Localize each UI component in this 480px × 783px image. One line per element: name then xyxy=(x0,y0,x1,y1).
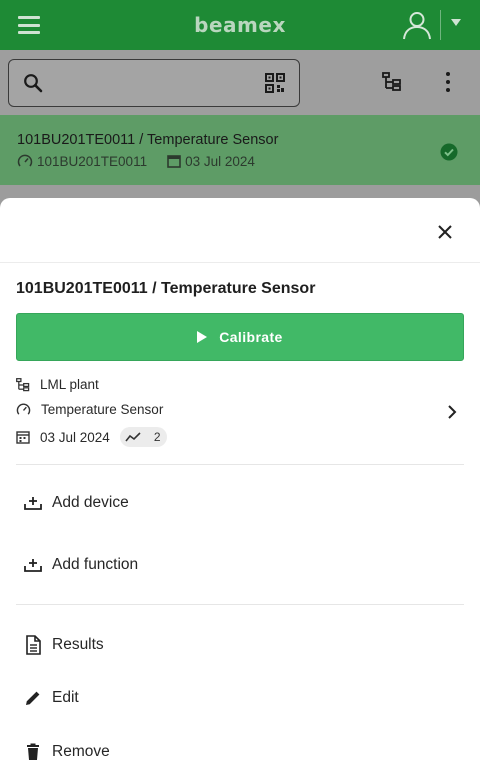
user-menu[interactable] xyxy=(400,0,480,50)
check-circle-icon xyxy=(440,143,458,161)
device-type: Temperature Sensor xyxy=(41,402,164,417)
list-item[interactable]: 101BU201TE0011 / Temperature Sensor 101B… xyxy=(0,115,480,185)
chevron-right-icon[interactable] xyxy=(447,405,457,419)
list-item-tag: 101BU201TE0011 xyxy=(37,153,148,169)
gauge-icon xyxy=(17,154,33,167)
qr-code-icon[interactable] xyxy=(265,73,285,93)
list-item-title: 101BU201TE0011 / Temperature Sensor xyxy=(17,132,279,148)
edit-label: Edit xyxy=(52,689,79,706)
device-type-row[interactable]: Temperature Sensor xyxy=(16,402,163,417)
calendar-icon xyxy=(16,431,30,444)
calendar-icon xyxy=(167,155,181,168)
results-count: 2 xyxy=(153,430,161,444)
hierarchy-tree-icon xyxy=(16,377,30,391)
search-icon xyxy=(24,74,43,93)
list-item-date: 03 Jul 2024 xyxy=(185,153,255,169)
add-function-button[interactable]: Add function xyxy=(24,556,138,574)
plant-name: LML plant xyxy=(40,377,99,392)
results-count-badge: 2 xyxy=(119,427,167,447)
list-item-meta: 101BU201TE0011 03 Jul 2024 xyxy=(17,153,255,169)
remove-button[interactable]: Remove xyxy=(24,743,110,761)
trash-icon xyxy=(27,743,39,760)
calibration-date: 03 Jul 2024 xyxy=(40,429,110,445)
chevron-down-icon[interactable] xyxy=(451,19,461,26)
sheet-title: 101BU201TE0011 / Temperature Sensor xyxy=(16,280,316,297)
search-toolbar xyxy=(0,50,480,115)
bottom-sheet: 101BU201TE0011 / Temperature Sensor Cali… xyxy=(0,198,480,783)
gauge-icon xyxy=(16,403,31,415)
hierarchy-tree-icon[interactable] xyxy=(382,72,402,92)
add-device-label: Add device xyxy=(52,494,129,511)
edit-button[interactable]: Edit xyxy=(24,689,79,707)
results-button[interactable]: Results xyxy=(24,635,104,655)
sheet-divider xyxy=(0,262,480,263)
add-function-icon xyxy=(24,559,42,572)
add-function-label: Add function xyxy=(52,556,139,573)
date-row: 03 Jul 2024 2 xyxy=(16,427,167,447)
results-label: Results xyxy=(52,636,104,653)
play-icon xyxy=(197,331,208,343)
sheet-divider xyxy=(16,464,464,465)
sheet-divider xyxy=(16,604,464,605)
app-bar: beamex xyxy=(0,0,480,50)
add-device-button[interactable]: Add device xyxy=(24,494,129,512)
more-vertical-icon[interactable] xyxy=(446,72,450,92)
calibrate-button[interactable]: Calibrate xyxy=(16,313,464,361)
search-input[interactable] xyxy=(8,59,300,107)
pencil-icon xyxy=(26,691,40,705)
calibrate-label: Calibrate xyxy=(219,329,283,345)
appbar-divider xyxy=(440,10,441,40)
document-icon xyxy=(26,635,41,655)
user-avatar-icon[interactable] xyxy=(402,10,432,40)
plant-row: LML plant xyxy=(16,377,99,392)
remove-label: Remove xyxy=(52,743,110,760)
trend-line-icon xyxy=(125,432,141,442)
close-icon[interactable] xyxy=(436,223,454,241)
add-device-icon xyxy=(24,497,42,510)
